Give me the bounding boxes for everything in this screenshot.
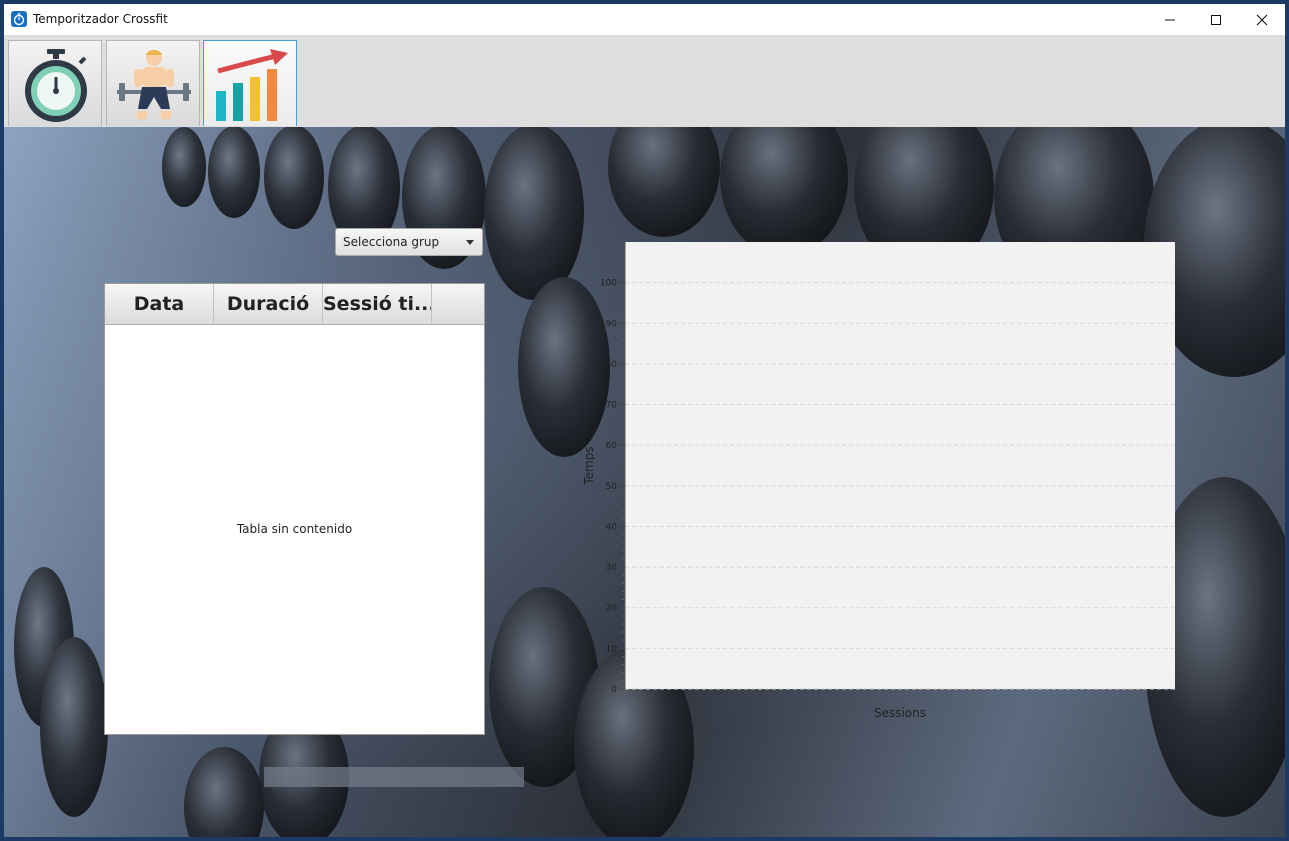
group-select[interactable]: Selecciona grup: [335, 228, 483, 256]
table-empty-message: Tabla sin contenido: [236, 522, 353, 536]
column-header-data[interactable]: Data: [105, 284, 214, 324]
y-tick-label: 60: [606, 441, 618, 451]
group-select-label: Selecciona grup: [343, 235, 440, 249]
y-tick-label: 100: [600, 279, 617, 289]
sessions-table[interactable]: Data Duració Sessió ti... Tabla sin cont…: [104, 283, 485, 735]
stopwatch-app-icon: [11, 11, 27, 27]
maximize-icon: [1211, 14, 1221, 25]
chart-svg: 0 10 20 30 40 50 60 70 80 90 100 Temps Sessions: [582, 242, 1175, 720]
y-axis-label: Temps: [582, 446, 596, 485]
bar-chart-growth-icon: [216, 49, 288, 121]
close-icon: [1256, 14, 1268, 25]
title-bar[interactable]: Temporitzador Crossfit: [4, 4, 1285, 36]
y-tick-label: 80: [606, 360, 618, 370]
weightlifter-icon: [117, 49, 191, 119]
statistics-panel: Selecciona grup Data Duració Sessió ti..…: [4, 127, 1285, 837]
tab-bar: [4, 36, 1285, 128]
stopwatch-icon: [25, 49, 87, 122]
y-tick-label: 0: [611, 685, 617, 695]
column-header-duracio[interactable]: Duració: [214, 284, 323, 324]
window-title: Temporitzador Crossfit: [33, 12, 168, 26]
dropdown-arrow-icon: [466, 240, 474, 245]
plot-area: [625, 242, 1175, 689]
y-tick-label: 10: [606, 644, 618, 654]
close-button[interactable]: [1239, 4, 1285, 35]
y-tick-label: 40: [606, 522, 618, 532]
table-header: Data Duració Sessió ti...: [105, 284, 484, 325]
x-axis-label: Sessions: [874, 706, 926, 720]
app-window: Temporitzador Crossfit Selecciona grup D…: [4, 4, 1285, 837]
y-axis: 0 10 20 30 40 50 60 70 80 90 100: [600, 242, 626, 695]
y-tick-label: 20: [606, 604, 618, 614]
minimize-icon: [1165, 19, 1175, 20]
tab-statistics[interactable]: [203, 40, 297, 126]
y-tick-label: 90: [606, 319, 618, 329]
y-tick-label: 50: [606, 482, 618, 492]
sessions-chart: 0 10 20 30 40 50 60 70 80 90 100 Temps Sessions: [569, 242, 1179, 722]
maximize-button[interactable]: [1193, 4, 1239, 35]
column-header-sessio-tipus[interactable]: Sessió ti...: [323, 284, 432, 324]
y-tick-label: 70: [606, 401, 618, 411]
tab-athletes[interactable]: [106, 40, 200, 126]
y-tick-label: 30: [606, 563, 618, 573]
minimize-button[interactable]: [1147, 4, 1193, 35]
tab-timer[interactable]: [8, 40, 102, 126]
